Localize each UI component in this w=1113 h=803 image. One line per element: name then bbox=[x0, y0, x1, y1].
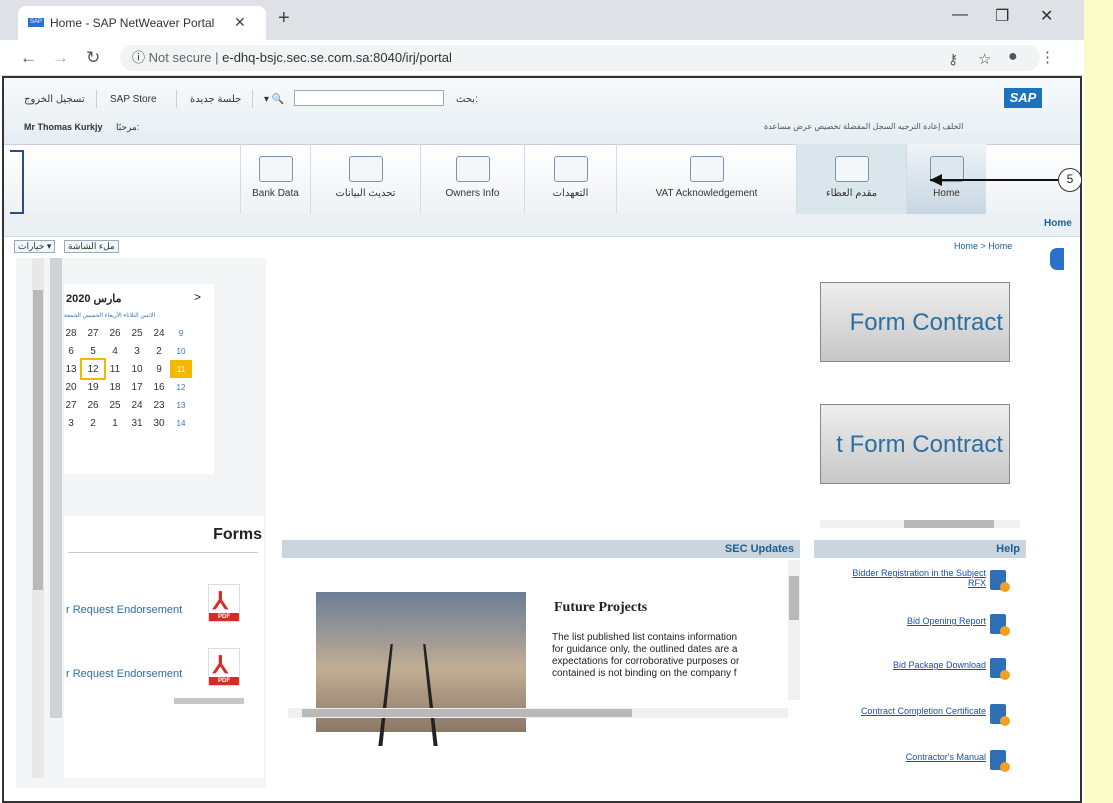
annotation-arrowhead bbox=[930, 174, 942, 186]
help-link-bid-opening-report[interactable]: Bid Opening Report bbox=[907, 616, 986, 626]
side-strip bbox=[1084, 0, 1113, 803]
tab-bank-data[interactable]: Bank Data bbox=[240, 144, 310, 214]
folder-icon bbox=[455, 156, 490, 182]
menu-icon[interactable]: ⋮ bbox=[1040, 48, 1055, 66]
update-line: for guidance only, the outlined dates ar… bbox=[552, 644, 738, 655]
sap-logo: SAP bbox=[1004, 88, 1042, 108]
update-line: contained is not binding on the company … bbox=[552, 668, 737, 679]
tab-vat-acknowledgement[interactable]: VAT Acknowledgement bbox=[616, 144, 796, 214]
sec-updates-header: SEC Updates bbox=[282, 540, 800, 558]
blank-panel bbox=[282, 258, 802, 543]
calendar-days-header: الاثنين الثلاثاء الأربعاء الخميس الجمعة bbox=[64, 313, 156, 319]
form-contract-button[interactable]: Form Contract bbox=[820, 282, 1010, 362]
tab-owners-info[interactable]: Owners Info bbox=[420, 144, 524, 214]
welcome-prefix: مرحبًا: bbox=[116, 122, 140, 132]
form-link[interactable]: r Request Endorsement bbox=[66, 604, 182, 616]
search-input[interactable] bbox=[294, 90, 444, 106]
forward-icon[interactable]: → bbox=[52, 48, 69, 68]
reload-icon[interactable]: ↻ bbox=[86, 48, 100, 68]
help-link-bid-package-download[interactable]: Bid Package Download bbox=[893, 660, 986, 670]
document-icon bbox=[990, 658, 1010, 680]
tab-bidder[interactable]: مقدم العطاء bbox=[796, 144, 906, 214]
document-icon bbox=[990, 704, 1010, 726]
logout-link[interactable]: تسجيل الخروج bbox=[24, 94, 85, 105]
history-links[interactable]: الخلف إعادة الترجيه السجل المفضلة تخصيص … bbox=[764, 122, 963, 131]
new-session-link[interactable]: جلسة جديدة bbox=[190, 94, 241, 105]
calendar-month: مارس 2020 bbox=[66, 293, 122, 305]
folder-icon bbox=[348, 156, 383, 182]
window-close-icon[interactable]: ✕ bbox=[1040, 6, 1053, 26]
browser-tab-bar: SAP Home - SAP NetWeaver Portal ✕ + — ❐ … bbox=[0, 0, 1084, 40]
folder-icon bbox=[258, 156, 293, 182]
updates-h-scrollbar[interactable] bbox=[288, 708, 788, 718]
close-tab-icon[interactable]: ✕ bbox=[234, 14, 246, 31]
help-link-bidder-registration[interactable]: Bidder Registration in the Subject RFX bbox=[836, 568, 986, 588]
pane-options-button[interactable]: خيارات ▾ bbox=[14, 240, 56, 253]
browser-tab[interactable]: SAP Home - SAP NetWeaver Portal ✕ bbox=[18, 6, 266, 40]
folder-icon bbox=[689, 156, 724, 182]
key-icon[interactable]: ⚷ bbox=[948, 51, 958, 68]
left-scrollbar[interactable] bbox=[32, 258, 44, 778]
document-icon bbox=[990, 750, 1010, 772]
star-icon[interactable]: ☆ bbox=[978, 50, 991, 68]
pdf-icon[interactable]: ⅄ PDF bbox=[208, 584, 240, 622]
not-secure-label: Not secure bbox=[148, 50, 212, 65]
annotation-number: 5 bbox=[1058, 168, 1082, 192]
pane-fullscreen-button[interactable]: ملء الشاشة bbox=[64, 240, 119, 253]
calendar-today: 12 bbox=[80, 358, 106, 380]
tab-title: Home - SAP NetWeaver Portal bbox=[50, 16, 215, 30]
help-link-contract-completion[interactable]: Contract Completion Certificate bbox=[861, 706, 986, 716]
folder-icon bbox=[834, 156, 869, 182]
calendar-grid: 28 27 26 25 24 9 6 5 4 3 2 10 13 12 11 10 9 11 20 19 18 17… bbox=[60, 324, 192, 432]
side-panel-toggle-icon[interactable] bbox=[1050, 248, 1064, 270]
portal-frame: تسجيل الخروج SAP Store جلسة جديدة ▾ 🔍 بح… bbox=[2, 76, 1082, 803]
masthead: تسجيل الخروج SAP Store جلسة جديدة ▾ 🔍 بح… bbox=[4, 78, 1080, 144]
form-link[interactable]: r Request Endorsement bbox=[66, 668, 182, 680]
forms-h-scrollbar[interactable] bbox=[174, 698, 244, 704]
welcome-user: Mr Thomas Kurkjy bbox=[24, 122, 103, 132]
calendar: مارس 2020 > الاثنين الثلاثاء الأربعاء ال… bbox=[64, 284, 214, 474]
form-contract-button[interactable]: t Form Contract bbox=[820, 404, 1010, 484]
page-path-bar: خيارات ▾ ملء الشاشة Home > Home bbox=[4, 236, 1080, 256]
future-projects-heading: Future Projects bbox=[554, 600, 648, 615]
sec-updates-panel: Future Projects The list published list … bbox=[282, 560, 802, 788]
url-text: e-dhq-bsjc.sec.se.com.sa:8040/irj/portal bbox=[222, 50, 452, 65]
document-icon bbox=[990, 570, 1010, 592]
info-icon[interactable]: ⓘ bbox=[132, 50, 145, 65]
nav-scroll-left[interactable] bbox=[10, 150, 24, 214]
search-label: بحث: bbox=[456, 94, 478, 105]
address-bar: ← → ↻ ⓘ Not secure | e-dhq-bsjc.sec.se.c… bbox=[0, 40, 1084, 76]
contracts-h-scrollbar[interactable] bbox=[820, 520, 1020, 528]
back-icon[interactable]: ← bbox=[20, 48, 37, 68]
help-panel: Bidder Registration in the Subject RFX B… bbox=[814, 560, 1026, 788]
help-link-contractors-manual[interactable]: Contractor's Manual bbox=[906, 752, 986, 762]
document-icon bbox=[990, 614, 1010, 636]
folder-icon bbox=[553, 156, 588, 182]
forms-title: Forms bbox=[213, 526, 262, 543]
updates-v-scrollbar[interactable] bbox=[788, 560, 800, 700]
account-icon[interactable]: ● bbox=[1008, 48, 1018, 66]
tab-update-data[interactable]: تحديث البيانات bbox=[310, 144, 420, 214]
update-line: expectations for corroborative purposes … bbox=[552, 656, 740, 667]
pdf-icon[interactable]: ⅄ PDF bbox=[208, 648, 240, 686]
update-line: The list published list contains informa… bbox=[552, 632, 738, 643]
calendar-next-icon[interactable]: > bbox=[194, 290, 201, 304]
subnav-home[interactable]: Home bbox=[1044, 218, 1072, 229]
new-tab-icon[interactable]: + bbox=[278, 7, 290, 30]
tab-undertakings[interactable]: التعهدات bbox=[524, 144, 616, 214]
restore-icon[interactable]: ❐ bbox=[995, 6, 1009, 26]
minimize-icon[interactable]: — bbox=[952, 6, 968, 24]
breadcrumb[interactable]: Home > Home bbox=[954, 241, 1012, 251]
search-dropdown-icon[interactable]: ▾ 🔍 bbox=[264, 94, 284, 105]
url-field[interactable]: ⓘ Not secure | e-dhq-bsjc.sec.se.com.sa:… bbox=[120, 45, 1040, 71]
contracts-panel: Form Contract t Form Contract bbox=[814, 258, 1026, 528]
left-column: مارس 2020 > الاثنين الثلاثاء الأربعاء ال… bbox=[16, 258, 266, 788]
sap-favicon-icon: SAP bbox=[28, 18, 44, 27]
help-header: Help bbox=[814, 540, 1026, 558]
sap-store-link[interactable]: SAP Store bbox=[110, 94, 157, 105]
forms-panel: Forms r Request Endorsement ⅄ PDF r Reque… bbox=[64, 516, 264, 778]
subnav-bar: Home bbox=[4, 214, 1080, 236]
